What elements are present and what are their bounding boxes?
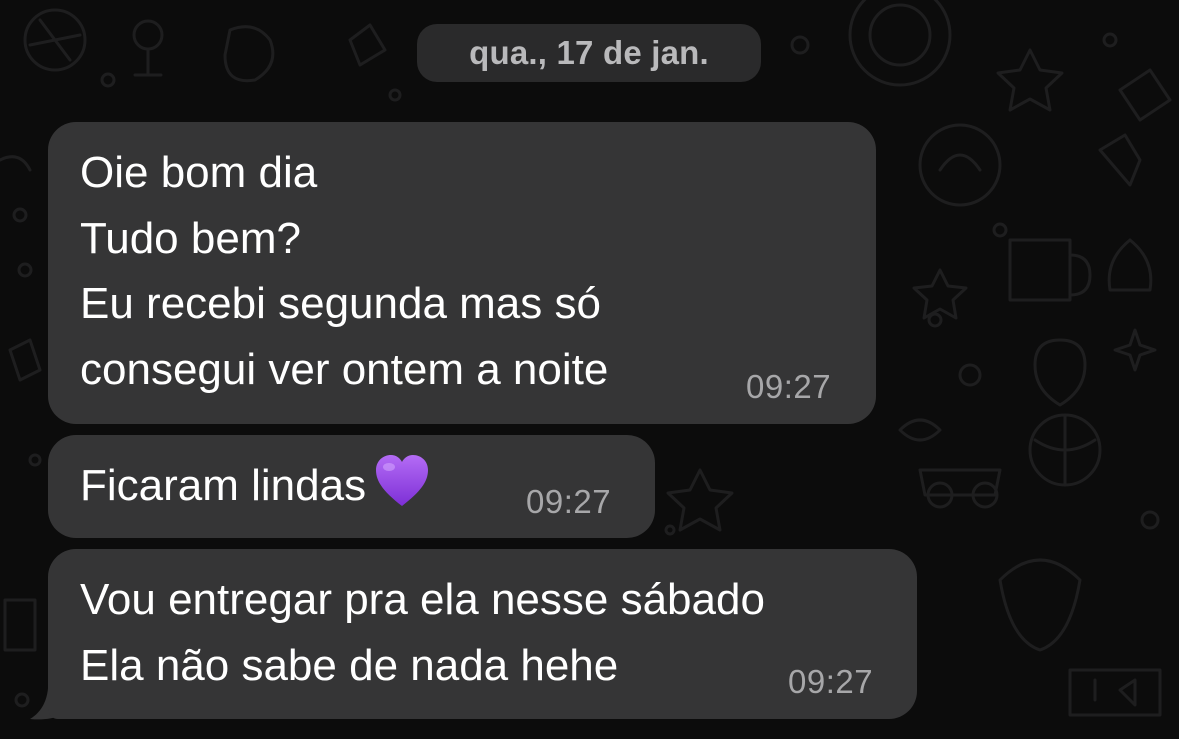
chat-view: qua., 17 de jan. Oie bom dia Tudo bem? E… [0, 0, 1179, 739]
message-line: Oie bom dia [80, 148, 318, 197]
message-timestamp: 09:27 [788, 663, 874, 700]
message-line: Ela não sabe de nada hehe [80, 640, 619, 690]
purple-heart-emoji-icon [376, 455, 429, 506]
message-text: Oie bom dia Tudo bem? Eu recebi segunda … [80, 140, 608, 402]
date-separator: qua., 17 de jan. [417, 24, 761, 82]
message-line: Vou entregar pra ela nesse sábado [80, 575, 765, 624]
message-line: Tudo bem? [80, 213, 301, 263]
message-line: Eu recebi segunda mas só [80, 279, 601, 328]
message-line: Ficaram lindas [80, 461, 367, 510]
message-text: Vou entregar pra ela nesse sábado Ela nã… [80, 567, 765, 698]
message-timestamp: 09:27 [526, 483, 612, 520]
message-bubble[interactable]: Ficaram lindas 09:27 [48, 435, 655, 538]
message-bubble[interactable]: Vou entregar pra ela nesse sábado Ela nã… [48, 549, 917, 719]
message-bubble[interactable]: Oie bom dia Tudo bem? Eu recebi segunda … [48, 122, 876, 424]
message-timestamp: 09:27 [746, 368, 832, 405]
message-text: Ficaram lindas [80, 453, 430, 519]
message-line: consegui ver ontem a noite [80, 344, 609, 394]
